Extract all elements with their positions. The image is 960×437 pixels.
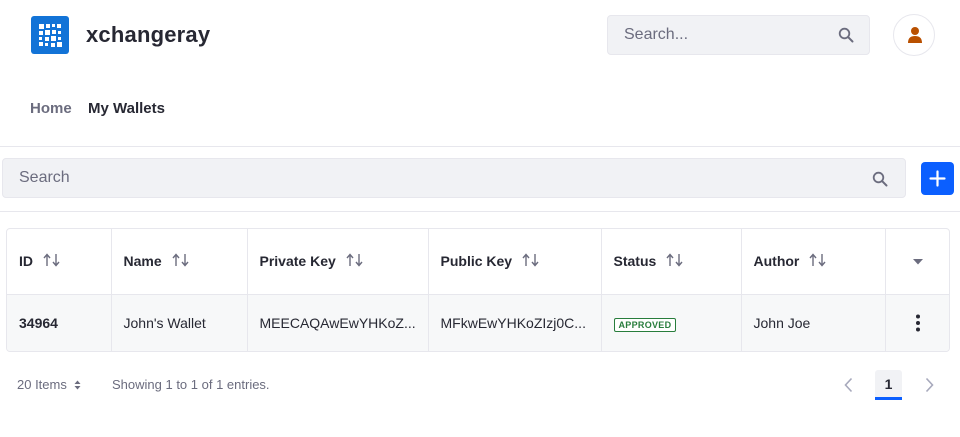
column-label: Status <box>613 253 657 270</box>
wallet-search-input[interactable] <box>3 159 853 197</box>
column-label: Public Key <box>440 253 513 270</box>
cell-name: John's Wallet <box>111 294 248 351</box>
top-search-input[interactable] <box>608 16 828 54</box>
wallets-table: ID Name Private Key Public Key Status Au… <box>6 228 950 352</box>
add-wallet-button[interactable] <box>921 162 954 195</box>
cell-private-key: MEECAQAwEwYHKoZ... <box>247 294 429 351</box>
caret-double-icon <box>74 380 81 390</box>
column-header-private-key[interactable]: Private Key <box>247 229 429 294</box>
search-icon[interactable] <box>872 171 888 187</box>
items-per-page-label: 20 Items <box>17 377 67 392</box>
ellipsis-vertical-icon[interactable] <box>915 314 921 332</box>
search-icon[interactable] <box>838 27 854 43</box>
previous-page-icon[interactable] <box>841 376 857 394</box>
items-per-page-select[interactable]: 20 Items <box>17 377 81 392</box>
nav-item-my-wallets[interactable]: My Wallets <box>88 100 165 117</box>
divider <box>0 211 960 212</box>
wallet-search-box <box>2 158 906 198</box>
page-number-button[interactable]: 1 <box>875 370 902 400</box>
column-label: Author <box>753 253 800 270</box>
next-page-icon[interactable] <box>921 376 937 394</box>
cell-public-key: MFkwEwYHKoZIzj0C... <box>428 294 602 351</box>
table-header-row: ID Name Private Key Public Key Status Au… <box>7 229 949 294</box>
column-header-id[interactable]: ID <box>7 229 112 294</box>
plus-icon <box>929 170 946 187</box>
sort-icon[interactable] <box>43 253 61 267</box>
nav-item-home[interactable]: Home <box>30 100 72 117</box>
top-search-box <box>607 15 870 55</box>
column-options[interactable] <box>885 229 949 294</box>
cell-author: John Joe <box>741 294 886 351</box>
cell-actions <box>885 294 949 351</box>
caret-down-icon[interactable] <box>912 258 924 266</box>
divider <box>0 146 960 147</box>
column-header-public-key[interactable]: Public Key <box>428 229 602 294</box>
column-header-status[interactable]: Status <box>601 229 742 294</box>
main-navigation: Home My Wallets <box>0 90 960 126</box>
table-row[interactable]: 34964 John's Wallet MEECAQAwEwYHKoZ... M… <box>7 294 949 351</box>
sort-icon[interactable] <box>809 253 827 267</box>
column-label: ID <box>19 253 33 270</box>
sort-icon[interactable] <box>522 253 540 267</box>
header: xchangeray <box>0 0 960 72</box>
user-avatar[interactable] <box>893 14 935 56</box>
user-icon <box>908 27 922 43</box>
status-badge: APPROVED <box>613 317 677 332</box>
liferay-logo-icon[interactable] <box>31 16 69 54</box>
sort-icon[interactable] <box>666 253 684 267</box>
results-summary: Showing 1 to 1 of 1 entries. <box>112 377 270 392</box>
cell-status: APPROVED <box>601 294 742 351</box>
column-header-author[interactable]: Author <box>741 229 886 294</box>
sort-icon[interactable] <box>172 253 190 267</box>
column-label: Name <box>123 253 162 270</box>
sort-icon[interactable] <box>346 253 364 267</box>
site-name[interactable]: xchangeray <box>86 22 210 48</box>
cell-id: 34964 <box>7 294 112 351</box>
column-label: Private Key <box>259 253 336 270</box>
column-header-name[interactable]: Name <box>111 229 248 294</box>
